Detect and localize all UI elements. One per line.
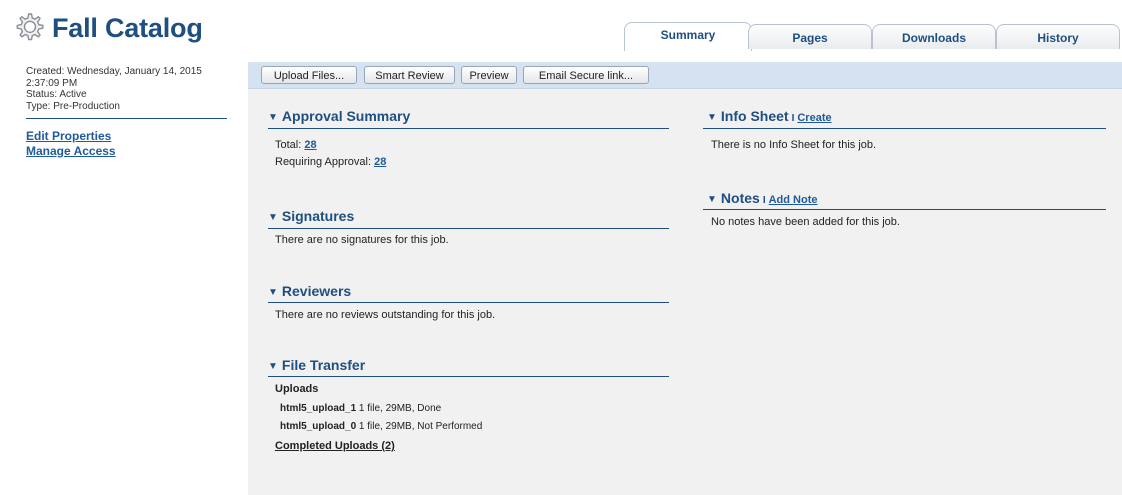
approval-requiring: Requiring Approval: 28 (275, 156, 387, 168)
section-rule (268, 128, 669, 129)
upload-detail: 1 file, 29MB, Not Performed (358, 421, 483, 432)
tab-summary[interactable]: Summary (624, 22, 752, 51)
section-rule (703, 209, 1106, 210)
add-note-link[interactable]: Add Note (769, 194, 818, 206)
smart-review-button[interactable]: Smart Review (364, 66, 455, 84)
notes-title: Notes (720, 190, 760, 206)
separator: I (791, 113, 795, 124)
gear-icon (16, 13, 44, 41)
info-sheet-title: Info Sheet (720, 108, 789, 124)
requiring-approval-count-link[interactable]: 28 (374, 156, 386, 168)
app-header: Fall Catalog Summary Pages Downloads His… (0, 0, 1122, 51)
summary-panel: Upload Files... Smart Review Preview Ema… (248, 62, 1122, 495)
uploads-label: Uploads (275, 383, 319, 395)
signatures-title: Signatures (281, 208, 355, 224)
reviewers-empty-text: There are no reviews outstanding for thi… (275, 309, 496, 321)
info-sheet-header[interactable]: ▼ Info Sheet I Create (707, 108, 832, 124)
collapse-triangle-icon: ▼ (707, 112, 717, 123)
upload-files-button[interactable]: Upload Files... (261, 66, 357, 84)
separator: I (762, 195, 766, 206)
completed-uploads-link[interactable]: Completed Uploads (2) (275, 440, 395, 452)
edit-properties-link[interactable]: Edit Properties (26, 129, 226, 144)
total-count-link[interactable]: 28 (304, 139, 316, 151)
reviewers-title: Reviewers (281, 283, 352, 299)
upload-item: html5_upload_0 1 file, 29MB, Not Perform… (280, 421, 482, 432)
upload-name: html5_upload_0 (280, 421, 357, 432)
section-rule (703, 128, 1106, 129)
section-rule (268, 376, 669, 377)
section-rule (268, 228, 669, 229)
page-title: Fall Catalog (52, 13, 203, 43)
created-date: Created: Wednesday, January 14, 2015 (26, 66, 202, 77)
collapse-triangle-icon: ▼ (268, 287, 278, 298)
collapse-triangle-icon: ▼ (268, 112, 278, 123)
upload-name: html5_upload_1 (280, 403, 357, 414)
tab-downloads[interactable]: Downloads (872, 24, 996, 49)
collapse-triangle-icon: ▼ (707, 194, 717, 205)
signatures-header[interactable]: ▼ Signatures (268, 208, 354, 224)
approval-summary-header[interactable]: ▼ Approval Summary (268, 108, 410, 124)
reviewers-header[interactable]: ▼ Reviewers (268, 283, 351, 299)
collapse-triangle-icon: ▼ (268, 212, 278, 223)
action-toolbar: Upload Files... Smart Review Preview Ema… (248, 62, 1122, 89)
upload-detail: 1 file, 29MB, Done (358, 403, 442, 414)
file-transfer-header[interactable]: ▼ File Transfer (268, 357, 365, 373)
created-time: 2:37:09 PM (26, 77, 78, 89)
approval-total: Total: 28 (275, 139, 317, 151)
notes-empty-text: No notes have been added for this job. (711, 216, 900, 228)
file-transfer-title: File Transfer (281, 357, 366, 373)
job-info-sidebar: Created: Wednesday, January 14, 2015 2:3… (26, 66, 227, 159)
tab-history[interactable]: History (996, 24, 1120, 49)
info-sheet-empty-text: There is no Info Sheet for this job. (711, 139, 877, 151)
manage-access-link[interactable]: Manage Access (26, 144, 226, 159)
collapse-triangle-icon: ▼ (268, 361, 278, 372)
section-rule (268, 302, 669, 303)
create-info-sheet-link[interactable]: Create (797, 112, 831, 124)
approval-summary-title: Approval Summary (281, 108, 411, 124)
signatures-empty-text: There are no signatures for this job. (275, 234, 449, 246)
notes-header[interactable]: ▼ Notes I Add Note (707, 190, 817, 206)
job-status: Status: Active (26, 89, 87, 100)
tab-pages[interactable]: Pages (748, 24, 872, 49)
upload-item: html5_upload_1 1 file, 29MB, Done (280, 403, 441, 414)
job-type: Type: Pre-Production (26, 100, 120, 112)
email-secure-link-button[interactable]: Email Secure link... (523, 66, 649, 84)
sidebar-divider (26, 118, 227, 119)
preview-button[interactable]: Preview (461, 66, 517, 84)
